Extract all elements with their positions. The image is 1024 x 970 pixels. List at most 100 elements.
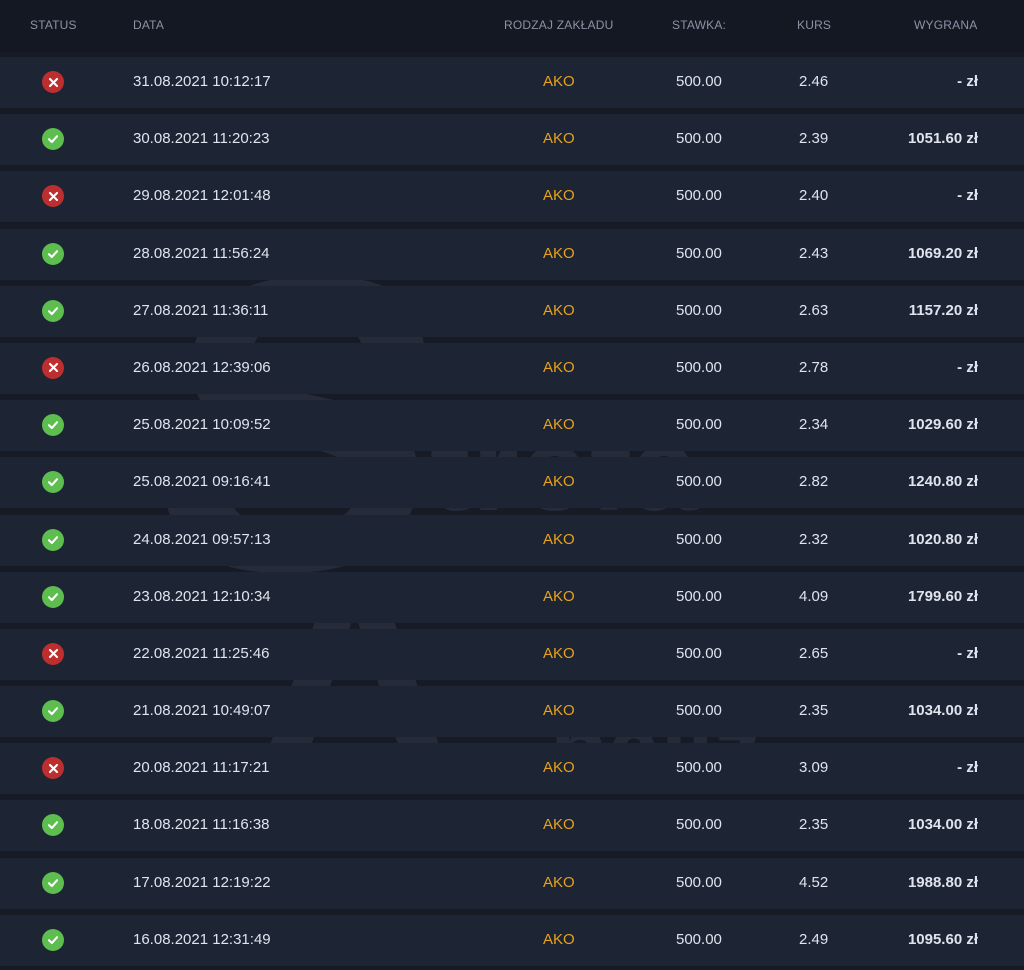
table-row[interactable]: 24.08.2021 09:57:13 AKO 500.00 2.32 1020.80 … bbox=[0, 514, 1024, 566]
cell-odds: 2.82 bbox=[799, 473, 829, 491]
header-bet-type: RODZAJ ZAKŁADU bbox=[504, 18, 614, 32]
cell-odds: 2.32 bbox=[799, 530, 829, 548]
cell-bet-type: AKO bbox=[543, 816, 575, 834]
cell-stake: 500.00 bbox=[676, 416, 722, 434]
cell-winnings: 1034.00 zł bbox=[907, 816, 978, 834]
cell-date: 25.08.2021 09:16:41 bbox=[133, 473, 271, 491]
cell-winnings: - zł bbox=[957, 644, 978, 662]
cell-bet-type: AKO bbox=[543, 930, 575, 948]
table-row[interactable]: 18.08.2021 11:16:38 AKO 500.00 2.35 1034.00 … bbox=[0, 800, 1024, 852]
cell-stake: 500.00 bbox=[676, 759, 722, 777]
header-status: STATUS bbox=[30, 18, 77, 32]
cell-odds: 2.34 bbox=[799, 416, 829, 434]
table-row[interactable]: 25.08.2021 10:09:52 AKO 500.00 2.34 1029.60 … bbox=[0, 400, 1024, 452]
cell-date: 29.08.2021 12:01:48 bbox=[133, 187, 271, 205]
cell-stake: 500.00 bbox=[676, 301, 722, 319]
table-row[interactable]: 26.08.2021 12:39:06 AKO 500.00 2.78 - zł bbox=[0, 342, 1024, 394]
cell-bet-type: AKO bbox=[543, 473, 575, 491]
cell-odds: 2.49 bbox=[799, 930, 829, 948]
table-row[interactable]: 21.08.2021 10:49:07 AKO 500.00 2.35 1034.00 … bbox=[0, 686, 1024, 738]
table-row[interactable]: 17.08.2021 12:19:22 AKO 500.00 4.52 1988.80 … bbox=[0, 857, 1024, 909]
cell-stake: 500.00 bbox=[676, 73, 722, 90]
table-row[interactable]: 31.08.2021 10:12:17 AKO 500.00 2.46 - zł bbox=[0, 57, 1024, 108]
cell-odds: 2.65 bbox=[799, 644, 829, 662]
cell-winnings: 1095.60 zł bbox=[907, 930, 978, 948]
close-icon bbox=[42, 757, 64, 780]
cell-bet-type: AKO bbox=[543, 301, 575, 319]
cell-winnings: - zł bbox=[957, 759, 978, 777]
cell-odds: 3.09 bbox=[799, 759, 829, 777]
close-icon bbox=[42, 185, 64, 208]
check-icon bbox=[42, 585, 64, 608]
cell-winnings: 1034.00 zł bbox=[907, 702, 978, 720]
cell-date: 22.08.2021 11:25:46 bbox=[133, 644, 270, 662]
cell-winnings: 1029.60 zł bbox=[907, 416, 978, 434]
cell-winnings: 1799.60 zł bbox=[907, 587, 978, 605]
cell-winnings: - zł bbox=[957, 73, 978, 90]
cell-stake: 500.00 bbox=[676, 873, 722, 891]
table-row[interactable]: 23.08.2021 12:10:34 AKO 500.00 4.09 1799.60 … bbox=[0, 571, 1024, 623]
check-icon bbox=[42, 414, 64, 437]
cell-winnings: 1051.60 zł bbox=[907, 130, 978, 148]
check-icon bbox=[42, 814, 64, 837]
check-icon bbox=[42, 471, 64, 494]
cell-bet-type: AKO bbox=[543, 187, 575, 205]
cell-stake: 500.00 bbox=[676, 130, 722, 148]
cell-date: 21.08.2021 10:49:07 bbox=[133, 702, 271, 720]
check-icon bbox=[42, 528, 64, 551]
table-row[interactable]: 20.08.2021 11:17:21 AKO 500.00 3.09 - zł bbox=[0, 743, 1024, 795]
cell-bet-type: AKO bbox=[543, 130, 575, 148]
cell-date: 26.08.2021 12:39:06 bbox=[133, 358, 271, 376]
cell-bet-type: AKO bbox=[543, 416, 575, 434]
cell-winnings: 1988.80 zł bbox=[907, 873, 978, 891]
cell-bet-type: AKO bbox=[543, 759, 575, 777]
table-row[interactable]: 30.08.2021 11:20:23 AKO 500.00 2.39 1051.60 … bbox=[0, 114, 1024, 166]
table-row[interactable]: 28.08.2021 11:56:24 AKO 500.00 2.43 1069.20 … bbox=[0, 228, 1024, 280]
cell-date: 28.08.2021 11:56:24 bbox=[133, 244, 270, 262]
cell-bet-type: AKO bbox=[543, 644, 575, 662]
check-icon bbox=[42, 242, 64, 265]
table-row[interactable]: 29.08.2021 12:01:48 AKO 500.00 2.40 - zł bbox=[0, 171, 1024, 223]
bet-history-page: S trefa A naliz STATUS DATA RODZAJ ZAKŁA… bbox=[0, 0, 1024, 970]
cell-date: 25.08.2021 10:09:52 bbox=[133, 416, 271, 434]
cell-winnings: 1157.20 zł bbox=[908, 301, 978, 319]
cell-bet-type: AKO bbox=[543, 244, 575, 262]
cell-bet-type: AKO bbox=[543, 587, 575, 605]
cell-date: 18.08.2021 11:16:38 bbox=[133, 816, 270, 834]
table-row[interactable]: 16.08.2021 12:31:49 AKO 500.00 2.49 1095.60 … bbox=[0, 914, 1024, 966]
cell-stake: 500.00 bbox=[676, 358, 722, 376]
table-row[interactable]: 27.08.2021 11:36:11 AKO 500.00 2.63 1157.20 … bbox=[0, 285, 1024, 337]
cell-stake: 500.00 bbox=[676, 587, 722, 605]
table-row[interactable]: 25.08.2021 09:16:41 AKO 500.00 2.82 1240.80 … bbox=[0, 457, 1024, 509]
header-stake: STAWKA: bbox=[672, 18, 727, 32]
cell-date: 24.08.2021 09:57:13 bbox=[133, 530, 271, 548]
close-icon bbox=[42, 71, 64, 93]
cell-odds: 2.39 bbox=[799, 130, 829, 148]
check-icon bbox=[42, 871, 64, 894]
cell-odds: 2.43 bbox=[799, 244, 829, 262]
cell-bet-type: AKO bbox=[543, 702, 575, 720]
cell-winnings: 1069.20 zł bbox=[907, 244, 978, 262]
cell-winnings: - zł bbox=[957, 358, 978, 376]
cell-stake: 500.00 bbox=[676, 644, 722, 662]
check-icon bbox=[42, 299, 64, 322]
check-icon bbox=[42, 928, 64, 951]
cell-odds: 2.78 bbox=[799, 358, 829, 376]
table-header: STATUS DATA RODZAJ ZAKŁADU STAWKA: KURS … bbox=[0, 0, 1024, 52]
cell-odds: 2.35 bbox=[799, 816, 829, 834]
header-winnings: WYGRANA bbox=[914, 18, 978, 32]
cell-stake: 500.00 bbox=[676, 816, 722, 834]
cell-date: 20.08.2021 11:17:21 bbox=[133, 759, 270, 777]
cell-winnings: - zł bbox=[957, 187, 978, 205]
cell-date: 30.08.2021 11:20:23 bbox=[133, 130, 270, 148]
header-odds: KURS bbox=[797, 18, 832, 32]
cell-date: 17.08.2021 12:19:22 bbox=[133, 873, 271, 891]
cell-odds: 2.63 bbox=[799, 301, 829, 319]
table-body: 31.08.2021 10:12:17 AKO 500.00 2.46 - zł 30.0… bbox=[0, 57, 1024, 970]
header-date: DATA bbox=[133, 18, 165, 32]
cell-winnings: 1020.80 zł bbox=[907, 530, 978, 548]
table-row[interactable]: 22.08.2021 11:25:46 AKO 500.00 2.65 - zł bbox=[0, 628, 1024, 680]
cell-bet-type: AKO bbox=[543, 358, 575, 376]
cell-odds: 2.40 bbox=[799, 187, 829, 205]
cell-stake: 500.00 bbox=[676, 930, 722, 948]
